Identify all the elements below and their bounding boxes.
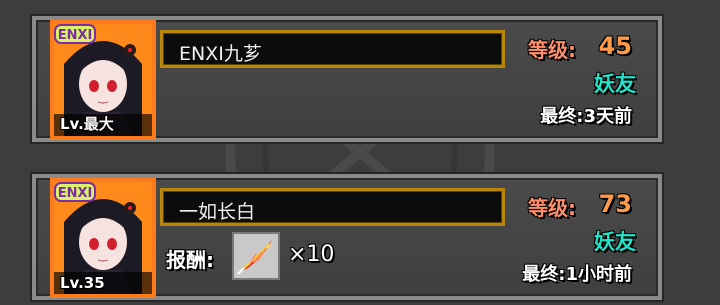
level-tag: Lv.最大 — [60, 115, 114, 133]
friend-card[interactable]: ENXI Lv.35 一如长白 报酬: ×10 等级: 73 妖友 最终:1小时… — [32, 174, 662, 300]
reward-count: ×10 — [288, 242, 335, 267]
character-portrait[interactable]: ENXI Lv.35 — [50, 178, 156, 298]
relation-status: 妖友 — [594, 230, 636, 254]
player-name-box[interactable]: ENXI九芗 — [160, 30, 505, 68]
svg-text:ENXI: ENXI — [58, 28, 93, 43]
friend-card[interactable]: ENXI Lv.最大 ENXI九芗 等级: 45 妖友 最终:3天前 — [32, 16, 662, 142]
enxi-badge: ENXI — [54, 24, 96, 44]
reward-item[interactable] — [232, 232, 280, 280]
player-name-box[interactable]: 一如长白 — [160, 188, 505, 226]
relation-status: 妖友 — [594, 72, 636, 96]
last-online: 最终:1小时前 — [522, 264, 632, 285]
character-portrait[interactable]: ENXI Lv.最大 — [50, 20, 156, 140]
svg-text:ENXI: ENXI — [58, 186, 93, 201]
level-label: 等级: — [528, 38, 576, 62]
level-label: 等级: — [528, 196, 576, 220]
level-value: 45 — [598, 32, 632, 60]
last-online: 最终:3天前 — [540, 106, 632, 127]
reward-label: 报酬: — [166, 248, 214, 272]
enxi-badge: ENXI — [54, 182, 96, 202]
player-name: ENXI九芗 — [179, 43, 262, 65]
player-name: 一如长白 — [179, 201, 256, 223]
level-tag: Lv.35 — [60, 274, 105, 292]
red-feather-icon — [237, 240, 272, 275]
level-value: 73 — [598, 190, 632, 218]
